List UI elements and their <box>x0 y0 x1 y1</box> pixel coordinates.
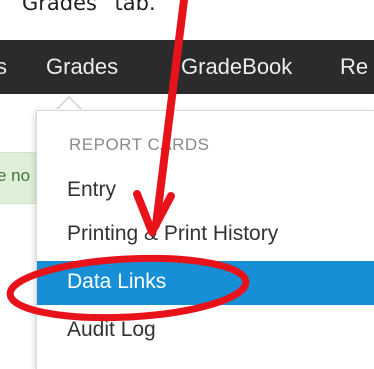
menu-item-label: Audit Log <box>67 318 156 341</box>
nav-item-re[interactable]: Re <box>340 54 368 80</box>
nav-item-partial[interactable]: s <box>0 54 7 80</box>
menu-item-label: Printing & Print History <box>67 222 279 245</box>
top-navbar: s Grades GradeBook Re <box>0 40 374 94</box>
instruction-caption: Grades” tab. <box>22 0 156 15</box>
menu-item-audit-log[interactable]: Audit Log <box>37 309 374 353</box>
notice-text: e no <box>0 166 31 185</box>
menu-item-entry[interactable]: Entry <box>37 169 374 213</box>
menu-item-label: Entry <box>67 178 117 201</box>
notice-banner: e no <box>0 152 36 204</box>
menu-item-data-links[interactable]: Data Links <box>37 261 374 305</box>
grades-dropdown-menu: REPORT CARDS Entry Printing & Print Hist… <box>36 110 374 369</box>
menu-item-printing-history[interactable]: Printing & Print History <box>37 213 374 257</box>
page-background <box>0 94 36 368</box>
dropdown-caret <box>57 98 81 110</box>
nav-item-gradebook[interactable]: GradeBook <box>181 54 292 80</box>
nav-item-grades[interactable]: Grades <box>46 54 118 80</box>
menu-item-label: Data Links <box>67 270 167 293</box>
section-header-report-cards: REPORT CARDS <box>69 135 210 154</box>
